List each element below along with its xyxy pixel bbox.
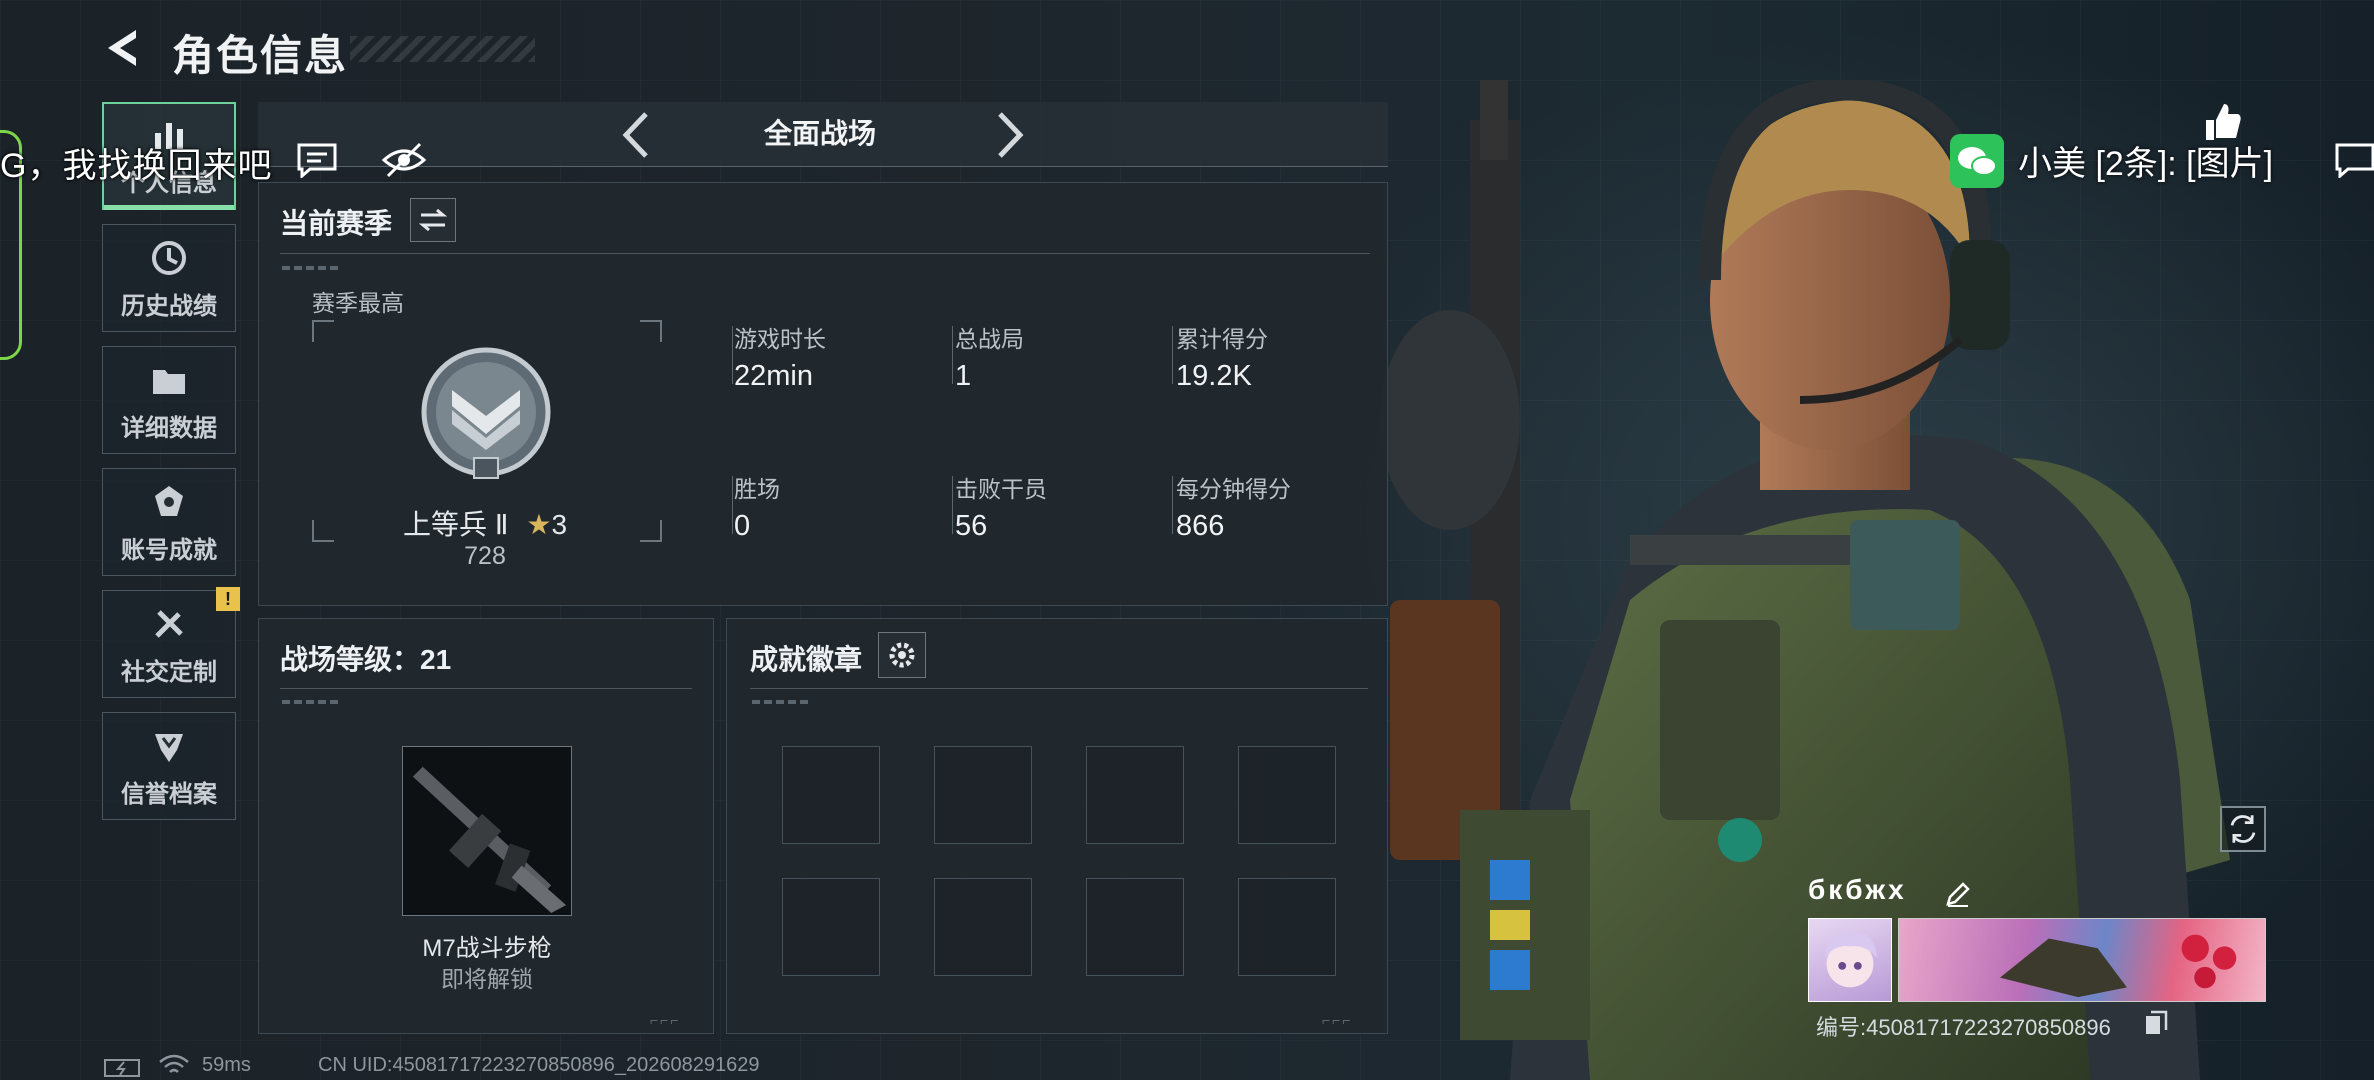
stat-value: 1 <box>955 360 972 392</box>
badge-slot[interactable] <box>1086 878 1184 976</box>
wechat-logo <box>1958 147 1997 176</box>
uid-footer: CN UID:4508171722327085​0896_20260829162… <box>318 1054 760 1076</box>
badge-slot[interactable] <box>782 878 880 976</box>
rank-score: 728 <box>464 542 506 570</box>
achievement-icon <box>155 486 183 516</box>
swap-icon <box>418 208 448 232</box>
rank-emblem-icon <box>421 347 551 479</box>
player-number: 编号:4508171722327085​0896 <box>1816 1015 2111 1040</box>
stat-value: 0 <box>734 510 751 542</box>
wifi-icon <box>159 1054 189 1073</box>
stat-label: 总战局 <box>955 326 1024 352</box>
micro-decoration <box>282 700 342 704</box>
nav-label: 账号成就 <box>121 537 217 564</box>
stat-value: 56 <box>955 510 988 542</box>
star-icon: ★ <box>526 509 552 540</box>
corner-ticks: ⌐⌐⌐ <box>1322 1012 1353 1028</box>
stat-value: 22min <box>734 360 813 392</box>
divider <box>280 253 1370 254</box>
stat-label: 胜场 <box>734 476 780 502</box>
micro-decoration <box>282 266 342 270</box>
next-mode-arrow-icon[interactable] <box>990 108 1030 162</box>
frame-corner <box>640 520 662 542</box>
nav-label: 详细数据 <box>121 415 217 442</box>
rank-name: 上等兵 Ⅱ ★3 <box>360 503 610 543</box>
season-best-label: 赛季最高 <box>312 290 404 316</box>
edit-pencil-icon[interactable] <box>1944 880 1972 908</box>
nav-achievements[interactable]: 账号成就 <box>102 468 236 576</box>
stat-label: 游戏时长 <box>734 326 826 352</box>
frame-corner <box>640 320 662 342</box>
season-header: 当前赛季 <box>280 208 393 239</box>
badge-slot[interactable] <box>934 746 1032 844</box>
player-banner[interactable] <box>1898 918 2266 1002</box>
stat-label: 每分钟得分 <box>1176 476 1291 502</box>
badge-slot[interactable] <box>1086 746 1184 844</box>
player-name: бкбжх <box>1808 874 1907 905</box>
nav-label: 社交定制 <box>121 659 217 686</box>
badge-slot[interactable] <box>782 746 880 844</box>
thumbs-up-icon[interactable] <box>2200 100 2244 144</box>
weapon-name: M7战斗步枪 <box>422 935 552 962</box>
mode-title: 全面战场 <box>763 118 876 149</box>
nav-label: 信誉档案 <box>121 781 217 808</box>
refresh-icon <box>2230 815 2256 843</box>
achievement-header: 成就徽章 <box>750 644 863 675</box>
frame-corner <box>312 320 334 342</box>
divider <box>280 688 692 689</box>
gear-icon <box>889 642 915 668</box>
active-indicator <box>104 205 234 210</box>
nav-credit-record[interactable]: 信誉档案 <box>102 712 236 820</box>
page-title: 角色信息 <box>172 32 349 79</box>
frame-corner <box>312 520 334 542</box>
banner-illustration <box>2000 934 2237 998</box>
micro-decoration <box>752 700 812 704</box>
stat-label: 击败干员 <box>955 476 1047 502</box>
back-arrow-icon[interactable] <box>102 26 146 70</box>
overlay-chat-text: G，我找换回来吧 <box>0 147 273 185</box>
weapon-status: 即将解锁 <box>441 966 533 992</box>
stat-divider <box>952 476 953 534</box>
ping-value: 59ms <box>202 1054 251 1076</box>
rank-title: 上等兵 Ⅱ <box>402 509 509 540</box>
copy-icon[interactable] <box>2144 1010 2168 1036</box>
stat-divider <box>732 326 733 384</box>
shield-icon <box>155 734 183 762</box>
achievement-settings-button[interactable] <box>878 632 926 678</box>
corner-ticks: ⌐⌐⌐ <box>650 1012 681 1028</box>
stat-divider <box>1172 476 1173 534</box>
tools-icon <box>155 610 183 638</box>
stat-label: 累计得分 <box>1176 326 1268 352</box>
divider <box>750 688 1368 689</box>
battery-icon <box>104 1059 140 1077</box>
badge-slot[interactable] <box>1238 746 1336 844</box>
nav-label: 历史战绩 <box>121 293 217 320</box>
history-icon <box>152 241 186 275</box>
hide-eye-icon[interactable] <box>380 140 428 180</box>
stat-value: 866 <box>1176 510 1225 542</box>
wechat-icon[interactable] <box>1950 134 2004 188</box>
stat-divider <box>732 476 733 534</box>
weapon-thumbnail[interactable] <box>402 746 572 916</box>
avatar-illustration <box>1824 932 1878 988</box>
rank-stars: 3 <box>551 509 568 540</box>
nav-detailed-data[interactable]: 详细数据 <box>102 346 236 454</box>
chat-bubble-icon[interactable] <box>296 142 338 178</box>
player-avatar[interactable] <box>1808 918 1892 1002</box>
warning-badge: ! <box>216 587 240 611</box>
stat-divider <box>952 326 953 384</box>
badge-slot[interactable] <box>1238 878 1336 976</box>
chat-bubble-icon[interactable] <box>2334 142 2374 178</box>
badge-slot[interactable] <box>934 878 1032 976</box>
title-decoration <box>350 36 535 62</box>
folder-icon <box>153 370 185 394</box>
battlefield-level-header: 战场等级：21 <box>280 644 452 675</box>
stat-divider <box>1172 326 1173 384</box>
nav-match-history[interactable]: 历史战绩 <box>102 224 236 332</box>
rotate-view-button[interactable] <box>2220 806 2266 852</box>
season-switch-button[interactable] <box>410 198 456 242</box>
rifle-icon <box>412 766 567 914</box>
stat-value: 19.2K <box>1176 360 1252 392</box>
